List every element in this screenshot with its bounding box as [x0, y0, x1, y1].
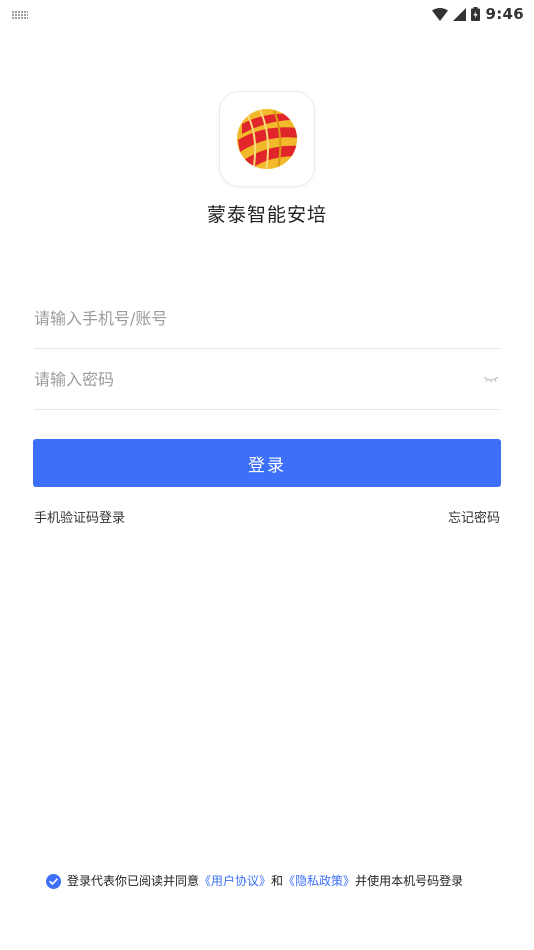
- forgot-password-link[interactable]: 忘记密码: [448, 507, 500, 526]
- agreement-and: 和: [271, 874, 284, 888]
- globe-logo-icon: [237, 109, 297, 169]
- battery-icon: [471, 7, 481, 21]
- app-logo: [219, 91, 315, 187]
- signal-icon: [453, 7, 467, 21]
- keyboard-icon: [12, 11, 28, 19]
- agreement-suffix: 并使用本机号码登录: [355, 874, 464, 888]
- wifi-icon: [432, 7, 449, 21]
- phone-account-input[interactable]: [34, 309, 500, 328]
- login-button[interactable]: 登录: [33, 439, 501, 487]
- status-time: 9:46: [485, 5, 524, 23]
- status-bar-right: 9:46: [432, 5, 524, 23]
- sms-login-link[interactable]: 手机验证码登录: [34, 507, 125, 526]
- login-screen: 9:46 蒙泰智能安培 请输入手机号/账号 登录 手机验证码登录 忘记密码 登录…: [0, 0, 534, 950]
- status-bar: 9:46: [0, 0, 534, 28]
- phone-account-field: [34, 289, 500, 349]
- password-input[interactable]: [34, 370, 500, 389]
- password-field: [34, 350, 500, 410]
- agreement-row: 登录代表你已阅读并同意《用户协议》和《隐私政策》并使用本机号码登录: [46, 873, 502, 889]
- app-name: 蒙泰智能安培: [206, 204, 327, 226]
- user-agreement-link[interactable]: 《用户协议》: [199, 874, 271, 888]
- eye-closed-icon[interactable]: [482, 372, 500, 386]
- agreement-prefix: 登录代表你已阅读并同意: [67, 874, 200, 888]
- privacy-policy-link[interactable]: 《隐私政策》: [283, 874, 355, 888]
- checkbox-checked-icon[interactable]: [46, 874, 61, 889]
- agreement-text: 登录代表你已阅读并同意《用户协议》和《隐私政策》并使用本机号码登录: [67, 873, 463, 889]
